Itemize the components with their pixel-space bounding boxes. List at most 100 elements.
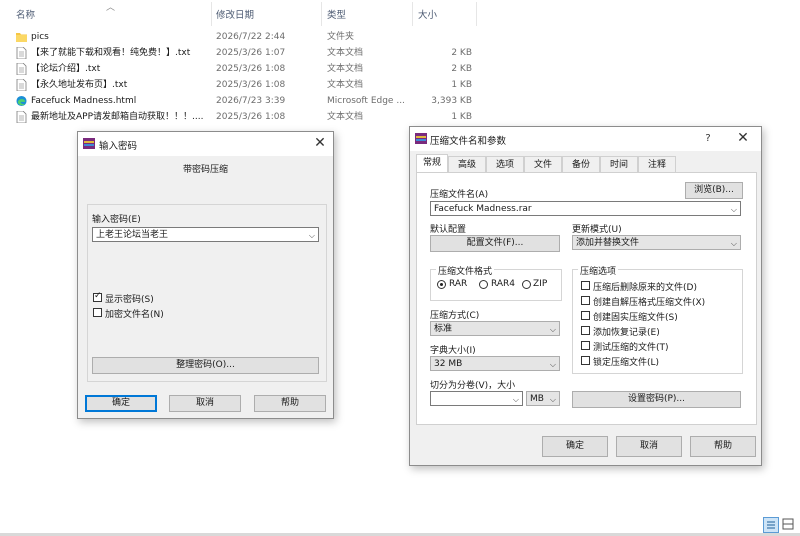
tab-options[interactable]: 选项 bbox=[486, 156, 524, 173]
file-name: Facefuck Madness.html bbox=[31, 96, 137, 106]
chevron-down-icon[interactable]: ⌵ bbox=[513, 392, 519, 407]
column-divider[interactable] bbox=[321, 2, 322, 26]
test-files-checkbox[interactable] bbox=[581, 341, 590, 350]
chevron-down-icon[interactable]: ⌵ bbox=[550, 322, 556, 337]
format-rar-label: RAR bbox=[449, 279, 468, 289]
chevron-down-icon[interactable]: ⌵ bbox=[550, 392, 556, 407]
folder-icon bbox=[16, 33, 27, 42]
set-password-button[interactable]: 设置密码(P)... bbox=[572, 391, 741, 408]
lock-archive-checkbox[interactable] bbox=[581, 356, 590, 365]
column-header-size[interactable]: 大小 bbox=[418, 6, 437, 26]
password-input[interactable]: 上老王论坛当老王 ⌵ bbox=[92, 227, 319, 242]
details-view-icon[interactable] bbox=[763, 517, 779, 533]
format-rar-radio[interactable] bbox=[437, 280, 446, 289]
file-type: 文本文档 bbox=[327, 112, 364, 122]
solid-checkbox[interactable] bbox=[581, 311, 590, 320]
tab-time[interactable]: 时间 bbox=[600, 156, 638, 173]
chevron-down-icon[interactable]: ⌵ bbox=[731, 236, 737, 251]
file-name: 【来了就能下载和观看！纯免费！】.txt bbox=[31, 48, 191, 58]
browse-button[interactable]: 浏览(B)... bbox=[685, 182, 743, 199]
chevron-down-icon[interactable]: ⌵ bbox=[731, 202, 737, 217]
file-date: 2025/3/26 1:08 bbox=[216, 64, 286, 74]
cancel-button[interactable]: 取消 bbox=[616, 436, 682, 457]
archive-dialog: 压缩文件名和参数 ? ✕ 常规 高级 选项 文件 备份 时间 注释 压缩文件名(… bbox=[409, 126, 762, 466]
column-header-name[interactable]: 名称 bbox=[16, 6, 35, 26]
split-volumes-label: 切分为分卷(V)，大小 bbox=[430, 381, 516, 391]
file-row[interactable]: Facefuck Madness.html 2026/7/23 3:39 Mic… bbox=[0, 93, 480, 109]
format-zip-radio[interactable] bbox=[522, 280, 531, 289]
close-icon[interactable]: ✕ bbox=[733, 130, 753, 146]
dialog-subtitle: 带密码压缩 bbox=[182, 165, 228, 175]
password-dialog: 输入密码 ✕ 带密码压缩 输入密码(E) 上老王论坛当老王 ⌵ 显示密码(S) … bbox=[77, 131, 334, 419]
chevron-down-icon[interactable]: ⌵ bbox=[309, 228, 315, 243]
profiles-button[interactable]: 配置文件(F)... bbox=[430, 235, 560, 252]
password-label: 输入密码(E) bbox=[92, 215, 141, 225]
close-icon[interactable]: ✕ bbox=[310, 135, 330, 151]
column-header-date[interactable]: 修改日期 bbox=[216, 6, 254, 26]
file-row[interactable]: pics 2026/7/22 2:44 文件夹 bbox=[0, 29, 480, 45]
file-size: 3,393 KB bbox=[431, 96, 472, 106]
test-files-label: 测试压缩的文件(T) bbox=[593, 343, 669, 353]
large-icons-view-icon[interactable] bbox=[781, 517, 795, 531]
lock-archive-label: 锁定压缩文件(L) bbox=[593, 358, 660, 368]
help-button[interactable]: 帮助 bbox=[690, 436, 756, 457]
archive-name-input[interactable]: Facefuck Madness.rar ⌵ bbox=[430, 201, 741, 216]
chevron-down-icon[interactable]: ⌵ bbox=[550, 357, 556, 372]
show-password-checkbox[interactable] bbox=[93, 291, 102, 302]
archive-name-label: 压缩文件名(A) bbox=[430, 190, 489, 200]
file-date: 2025/3/26 1:08 bbox=[216, 112, 286, 122]
file-type: 文本文档 bbox=[327, 64, 364, 74]
text-file-icon bbox=[16, 63, 27, 75]
update-mode-label: 更新模式(U) bbox=[572, 225, 622, 235]
file-type: 文本文档 bbox=[327, 48, 364, 58]
method-label: 压缩方式(C) bbox=[430, 311, 480, 321]
dialog-titlebar[interactable]: 压缩文件名和参数 ? ✕ bbox=[410, 127, 761, 151]
file-name: 【论坛介绍】.txt bbox=[31, 64, 101, 74]
file-row[interactable]: 【来了就能下载和观看！纯免费！】.txt 2025/3/26 1:07 文本文档… bbox=[0, 45, 480, 61]
organize-passwords-button[interactable]: 整理密码(O)... bbox=[92, 357, 319, 374]
recovery-record-checkbox[interactable] bbox=[581, 326, 590, 335]
help-button[interactable]: 帮助 bbox=[254, 395, 326, 412]
tab-backup[interactable]: 备份 bbox=[562, 156, 600, 173]
sfx-checkbox[interactable] bbox=[581, 296, 590, 305]
split-unit-select[interactable]: MB ⌵ bbox=[526, 391, 560, 406]
tab-files[interactable]: 文件 bbox=[524, 156, 562, 173]
edge-icon bbox=[16, 95, 27, 107]
format-rar4-radio[interactable] bbox=[479, 280, 488, 289]
tab-advanced[interactable]: 高级 bbox=[448, 156, 486, 173]
format-rar4-label: RAR4 bbox=[491, 279, 516, 289]
column-divider[interactable] bbox=[412, 2, 413, 26]
file-name: 【永久地址发布页】.txt bbox=[31, 80, 128, 90]
show-password-label: 显示密码(S) bbox=[105, 295, 154, 305]
method-select[interactable]: 标准 ⌵ bbox=[430, 321, 560, 336]
column-header-type[interactable]: 类型 bbox=[327, 6, 346, 26]
file-row[interactable]: 【论坛介绍】.txt 2025/3/26 1:08 文本文档 2 KB bbox=[0, 61, 480, 77]
encrypt-filenames-label: 加密文件名(N) bbox=[105, 310, 164, 320]
file-type: 文本文档 bbox=[327, 80, 364, 90]
dialog-titlebar[interactable]: 输入密码 ✕ bbox=[78, 132, 333, 156]
file-date: 2025/3/26 1:08 bbox=[216, 80, 286, 90]
file-row[interactable]: 【永久地址发布页】.txt 2025/3/26 1:08 文本文档 1 KB bbox=[0, 77, 480, 93]
tab-comment[interactable]: 注释 bbox=[638, 156, 676, 173]
sort-ascending-icon[interactable]: ︿ bbox=[106, 0, 115, 13]
cancel-button[interactable]: 取消 bbox=[169, 395, 241, 412]
encrypt-filenames-checkbox[interactable] bbox=[93, 308, 102, 317]
solid-label: 创建固实压缩文件(S) bbox=[593, 313, 678, 323]
column-divider[interactable] bbox=[211, 2, 212, 26]
format-zip-label: ZIP bbox=[533, 279, 548, 289]
file-row[interactable]: 最新地址及APP请发邮箱自动获取！！！.... 2025/3/26 1:08 文… bbox=[0, 109, 480, 125]
tab-general[interactable]: 常规 bbox=[416, 154, 448, 173]
column-divider[interactable] bbox=[476, 2, 477, 26]
format-group-label: 压缩文件格式 bbox=[436, 264, 495, 277]
winrar-icon bbox=[415, 133, 427, 144]
help-icon[interactable]: ? bbox=[698, 133, 718, 144]
winrar-icon bbox=[83, 138, 95, 149]
ok-button[interactable]: 确定 bbox=[85, 395, 157, 412]
ok-button[interactable]: 确定 bbox=[542, 436, 608, 457]
split-size-input[interactable]: ⌵ bbox=[430, 391, 523, 406]
file-type: Microsoft Edge ... bbox=[327, 96, 405, 106]
update-mode-select[interactable]: 添加并替换文件 ⌵ bbox=[572, 235, 741, 250]
delete-after-checkbox[interactable] bbox=[581, 281, 590, 290]
dictionary-select[interactable]: 32 MB ⌵ bbox=[430, 356, 560, 371]
file-size: 1 KB bbox=[451, 112, 472, 122]
